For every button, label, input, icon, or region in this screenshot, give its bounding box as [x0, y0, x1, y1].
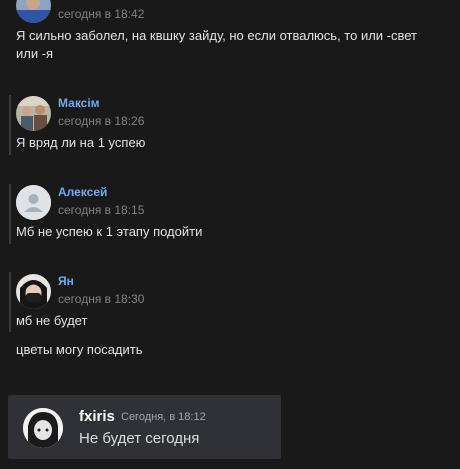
avatar[interactable] [16, 0, 51, 23]
avatar[interactable] [16, 185, 51, 220]
message-text: мб не будет [16, 313, 88, 328]
divider [9, 272, 11, 332]
avatar[interactable] [16, 96, 51, 131]
author-link[interactable]: Ян [58, 274, 74, 288]
avatar[interactable] [16, 274, 51, 309]
divider [9, 95, 11, 155]
default-user-icon [16, 185, 51, 220]
chat-history: сегодня в 18:42 Я сильно заболел, на квш… [0, 0, 460, 469]
message-time[interactable]: сегодня в 18:30 [58, 292, 144, 306]
divider [9, 184, 11, 244]
avatar [23, 408, 63, 448]
message-text: или -я [16, 46, 54, 61]
embed-time: Сегодня, в 18:12 [121, 411, 206, 423]
embed-text: Не будет сегодня [79, 430, 200, 447]
message-text: Я сильно заболел, на квшку зайду, но есл… [16, 28, 418, 43]
message-time[interactable]: сегодня в 18:42 [58, 7, 144, 21]
message-text: цветы могу посадить [16, 342, 143, 357]
attached-screenshot[interactable]: fxiris Сегодня, в 18:12 Не будет сегодня [8, 395, 281, 459]
message-text: Я вряд ли на 1 успею [16, 135, 146, 150]
author-link[interactable]: Максім [58, 96, 100, 110]
message-text: Мб не успею к 1 этапу подойти [16, 224, 203, 239]
message-time[interactable]: сегодня в 18:15 [58, 203, 144, 217]
message-time[interactable]: сегодня в 18:26 [58, 114, 144, 128]
embed-username: fxiris [79, 408, 115, 425]
author-link[interactable]: Алексей [58, 185, 107, 199]
